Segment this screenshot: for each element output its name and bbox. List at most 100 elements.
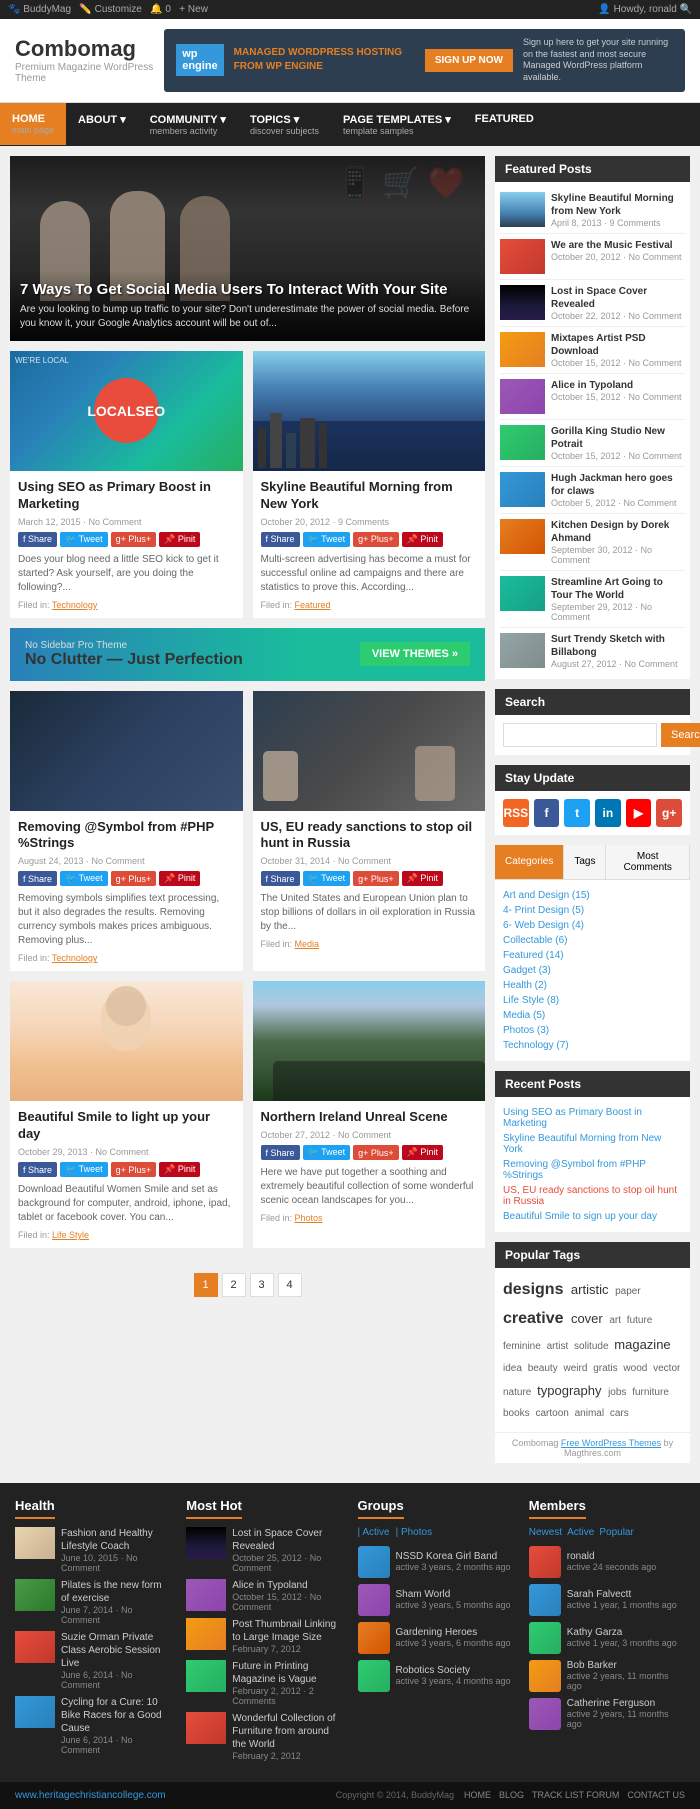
member-tab-newest[interactable]: Newest	[529, 1527, 562, 1538]
share-gp-2[interactable]: g+ Plus+	[353, 532, 399, 547]
share-gp-1[interactable]: g+ Plus+	[111, 532, 157, 547]
share-pt-5[interactable]: 📌 Pinit	[159, 1162, 200, 1177]
tag-furniture[interactable]: furniture	[632, 1387, 669, 1398]
share-fb-3[interactable]: f Share	[18, 871, 57, 886]
tag-nature[interactable]: nature	[503, 1387, 534, 1398]
signup-button[interactable]: SIGN UP NOW	[425, 49, 513, 72]
nav-link-about[interactable]: ABOUT ▾	[66, 103, 138, 136]
featured-info-1: Skyline Beautiful Morning from New York …	[551, 192, 685, 228]
post-title-1[interactable]: Using SEO as Primary Boost in Marketing	[18, 479, 235, 513]
nav-item-topics[interactable]: TOPICS ▾discover subjects	[238, 103, 331, 146]
page-btn-1[interactable]: 1	[194, 1273, 218, 1297]
post-title-5[interactable]: Beautiful Smile to light up your day	[18, 1109, 235, 1143]
recent-item-2[interactable]: Skyline Beautiful Morning from New York	[503, 1131, 682, 1157]
share-pt-4[interactable]: 📌 Pinit	[402, 871, 443, 886]
tag-wood[interactable]: wood	[623, 1363, 650, 1374]
groups-tab-photos[interactable]: | Photos	[396, 1527, 433, 1538]
share-fb-1[interactable]: f Share	[18, 532, 57, 547]
tag-feminine[interactable]: feminine	[503, 1341, 544, 1352]
tag-paper[interactable]: paper	[615, 1286, 641, 1297]
share-pt-2[interactable]: 📌 Pinit	[402, 532, 443, 547]
share-tw-3[interactable]: 🐦 Tweet	[60, 871, 108, 886]
tag-cars[interactable]: cars	[610, 1408, 629, 1419]
share-pt-1[interactable]: 📌 Pinit	[159, 532, 200, 547]
nav-item-about[interactable]: ABOUT ▾	[66, 103, 138, 146]
share-gp-5[interactable]: g+ Plus+	[111, 1162, 157, 1177]
post-title-4[interactable]: US, EU ready sanctions to stop oil hunt …	[261, 819, 478, 853]
nav-item-community[interactable]: COMMUNITY ▾members activity	[138, 103, 238, 146]
tag-typography[interactable]: typography	[537, 1383, 605, 1398]
post-title-6[interactable]: Northern Ireland Unreal Scene	[261, 1109, 478, 1126]
search-input[interactable]	[503, 723, 657, 747]
facebook-icon[interactable]: f	[534, 799, 560, 827]
share-fb-6[interactable]: f Share	[261, 1145, 300, 1160]
share-tw-5[interactable]: 🐦 Tweet	[60, 1162, 108, 1177]
nav-item-page-templates[interactable]: PAGE TEMPLATES ▾template samples	[331, 103, 463, 146]
search-button[interactable]: Search	[661, 723, 700, 747]
recent-item-3[interactable]: Removing @Symbol from #PHP %Strings	[503, 1157, 682, 1183]
tag-gratis[interactable]: gratis	[593, 1363, 620, 1374]
share-tw-6[interactable]: 🐦 Tweet	[303, 1145, 351, 1160]
tag-solitude[interactable]: solitude	[574, 1341, 611, 1352]
page-btn-2[interactable]: 2	[222, 1273, 246, 1297]
recent-item-4[interactable]: US, EU ready sanctions to stop oil hunt …	[503, 1183, 682, 1209]
nav-item-featured[interactable]: FEATURED	[463, 103, 546, 146]
googleplus-icon[interactable]: g+	[656, 799, 682, 827]
rss-icon[interactable]: RSS	[503, 799, 529, 827]
tab-tags[interactable]: Tags	[564, 845, 606, 879]
nav-link-topics[interactable]: TOPICS ▾discover subjects	[238, 103, 331, 146]
tag-creative[interactable]: creative	[503, 1310, 568, 1327]
share-tw-2[interactable]: 🐦 Tweet	[303, 532, 351, 547]
nav-link-featured[interactable]: FEATURED	[463, 103, 546, 135]
tag-magazine[interactable]: magazine	[614, 1337, 670, 1352]
member-tab-popular[interactable]: Popular	[599, 1527, 633, 1538]
tag-future[interactable]: future	[627, 1315, 653, 1326]
footer-link-track[interactable]: TRACK LIST FORUM	[532, 1790, 619, 1800]
tab-most-comments[interactable]: Most Comments	[606, 845, 690, 879]
member-tab-active[interactable]: Active	[567, 1527, 594, 1538]
footer-link-home[interactable]: HOME	[464, 1790, 491, 1800]
tag-animal[interactable]: animal	[575, 1408, 607, 1419]
post-title-2[interactable]: Skyline Beautiful Morning from New York	[261, 479, 478, 513]
share-tw-4[interactable]: 🐦 Tweet	[303, 871, 351, 886]
footer-link-contact[interactable]: CONTACT US	[627, 1790, 685, 1800]
tag-idea[interactable]: idea	[503, 1363, 525, 1374]
share-fb-4[interactable]: f Share	[261, 871, 300, 886]
recent-item-1[interactable]: Using SEO as Primary Boost in Marketing	[503, 1105, 682, 1131]
tag-artist[interactable]: artist	[547, 1341, 571, 1352]
share-pt-6[interactable]: 📌 Pinit	[402, 1145, 443, 1160]
page-btn-4[interactable]: 4	[278, 1273, 302, 1297]
tag-cover[interactable]: cover	[571, 1311, 606, 1326]
share-gp-6[interactable]: g+ Plus+	[353, 1145, 399, 1160]
tag-beauty[interactable]: beauty	[528, 1363, 561, 1374]
banner-view-button[interactable]: VIEW THEMES »	[360, 642, 470, 666]
twitter-icon[interactable]: t	[564, 799, 590, 827]
tag-vector[interactable]: vector	[653, 1363, 680, 1374]
tag-cartoon[interactable]: cartoon	[535, 1408, 571, 1419]
footer-mosthot-info-4: Future in Printing Magazine is Vague Feb…	[232, 1660, 342, 1706]
tag-designs[interactable]: designs	[503, 1281, 568, 1298]
youtube-icon[interactable]: ▶	[626, 799, 652, 827]
share-fb-2[interactable]: f Share	[261, 532, 300, 547]
tag-art[interactable]: art	[609, 1315, 623, 1326]
nav-link-page-templates[interactable]: PAGE TEMPLATES ▾template samples	[331, 103, 463, 146]
share-gp-4[interactable]: g+ Plus+	[353, 871, 399, 886]
share-fb-5[interactable]: f Share	[18, 1162, 57, 1177]
share-gp-3[interactable]: g+ Plus+	[111, 871, 157, 886]
share-pt-3[interactable]: 📌 Pinit	[159, 871, 200, 886]
post-title-3[interactable]: Removing @Symbol from #PHP %Strings	[18, 819, 235, 853]
page-btn-3[interactable]: 3	[250, 1273, 274, 1297]
tag-books[interactable]: books	[503, 1408, 532, 1419]
nav-link-community[interactable]: COMMUNITY ▾members activity	[138, 103, 238, 146]
recent-item-5[interactable]: Beautiful Smile to sign up your day	[503, 1209, 682, 1224]
footer-link-blog[interactable]: BLOG	[499, 1790, 524, 1800]
nav-item-home[interactable]: HOMEmain page	[0, 103, 66, 146]
nav-link-home[interactable]: HOMEmain page	[0, 103, 66, 145]
linkedin-icon[interactable]: in	[595, 799, 621, 827]
tag-artistic[interactable]: artistic	[571, 1282, 612, 1297]
tag-weird[interactable]: weird	[564, 1363, 591, 1374]
tag-jobs[interactable]: jobs	[608, 1387, 629, 1398]
tab-categories[interactable]: Categories	[495, 845, 564, 879]
share-tw-1[interactable]: 🐦 Tweet	[60, 532, 108, 547]
groups-tab-active[interactable]: | Active	[358, 1527, 390, 1538]
